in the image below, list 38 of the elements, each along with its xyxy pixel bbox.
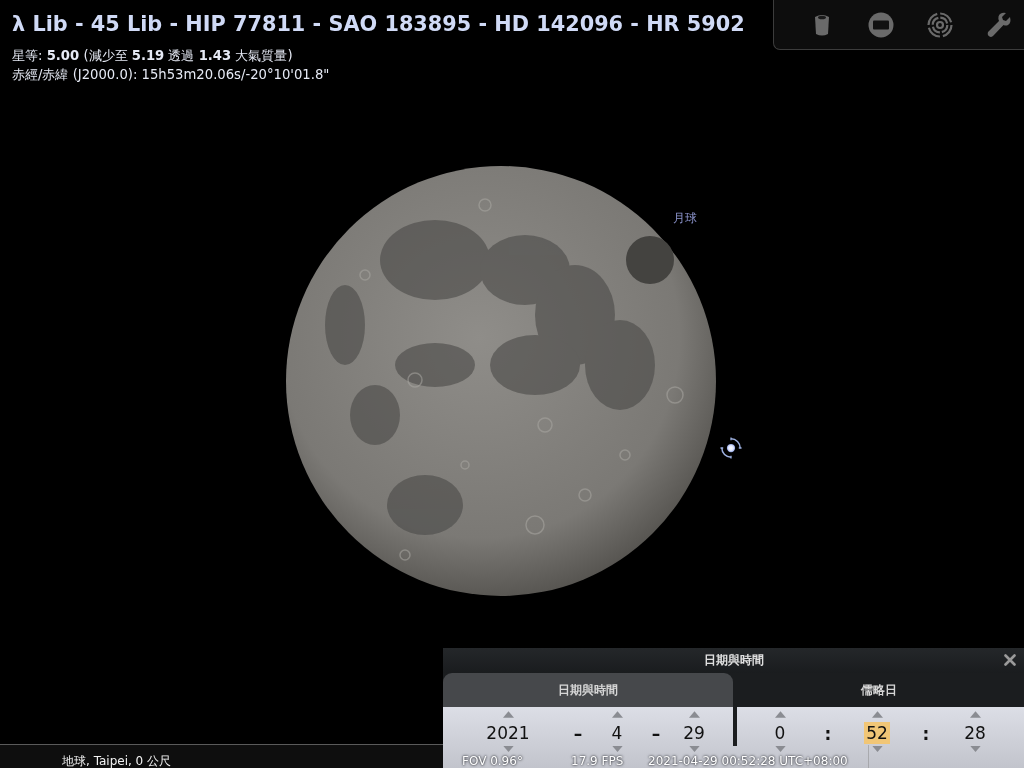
- down-arrow-icon[interactable]: [502, 746, 514, 752]
- fps-text: 17.9 FPS: [571, 754, 624, 768]
- dialog-title: 日期與時間: [703, 652, 764, 669]
- spin-field[interactable]: 4: [609, 722, 625, 744]
- target-icon[interactable]: [927, 11, 953, 38]
- wrench-icon[interactable]: [986, 11, 1012, 38]
- down-arrow-icon[interactable]: [611, 746, 623, 752]
- object-title: λ Lib - 45 Lib - HIP 77811 - SAO 183895 - HD 142096 - HR 5902: [12, 11, 745, 38]
- spin-field[interactable]: 29: [681, 722, 707, 744]
- spin-field[interactable]: 2021: [484, 722, 532, 744]
- down-arrow-icon[interactable]: [969, 746, 981, 752]
- fov-text: FOV 0.96°: [462, 754, 523, 768]
- up-arrow-icon[interactable]: [688, 711, 700, 718]
- location-text: 地球, Taipei, 0 公尺: [62, 754, 172, 768]
- spin-field[interactable]: 0: [772, 722, 788, 744]
- up-arrow-icon[interactable]: [611, 711, 623, 718]
- star-marker-icon: [720, 437, 742, 459]
- down-arrow-icon[interactable]: [688, 746, 700, 752]
- datetime-text: 2021-04-29 00:52:28 UTC+08:00: [648, 754, 848, 768]
- time-separator: :: [824, 724, 832, 744]
- dialog-tab[interactable]: 儒略日: [733, 673, 1024, 707]
- screen-icon[interactable]: [868, 11, 894, 38]
- up-arrow-icon[interactable]: [969, 711, 981, 718]
- spin-field[interactable]: 52: [864, 722, 890, 744]
- dialog-tab[interactable]: 日期與時間: [443, 673, 733, 707]
- down-arrow-icon[interactable]: [774, 746, 786, 752]
- time-separator: :: [922, 724, 930, 744]
- down-arrow-icon[interactable]: [871, 746, 883, 752]
- close-icon[interactable]: [1004, 654, 1016, 666]
- object-info-line: 星等: 5.00 (減少至 5.19 透過 1.43 大氣質量): [12, 47, 293, 65]
- spin-field[interactable]: 28: [962, 722, 988, 744]
- object-info-line: 赤經/赤緯 (J2000.0): 15h53m20.06s/-20°10'01.8": [12, 66, 330, 84]
- date-separator: –: [573, 724, 583, 744]
- date-separator: –: [651, 724, 661, 744]
- up-arrow-icon[interactable]: [774, 711, 786, 718]
- up-arrow-icon[interactable]: [502, 711, 514, 718]
- moon-label: 月球: [673, 210, 697, 227]
- up-arrow-icon[interactable]: [871, 711, 883, 718]
